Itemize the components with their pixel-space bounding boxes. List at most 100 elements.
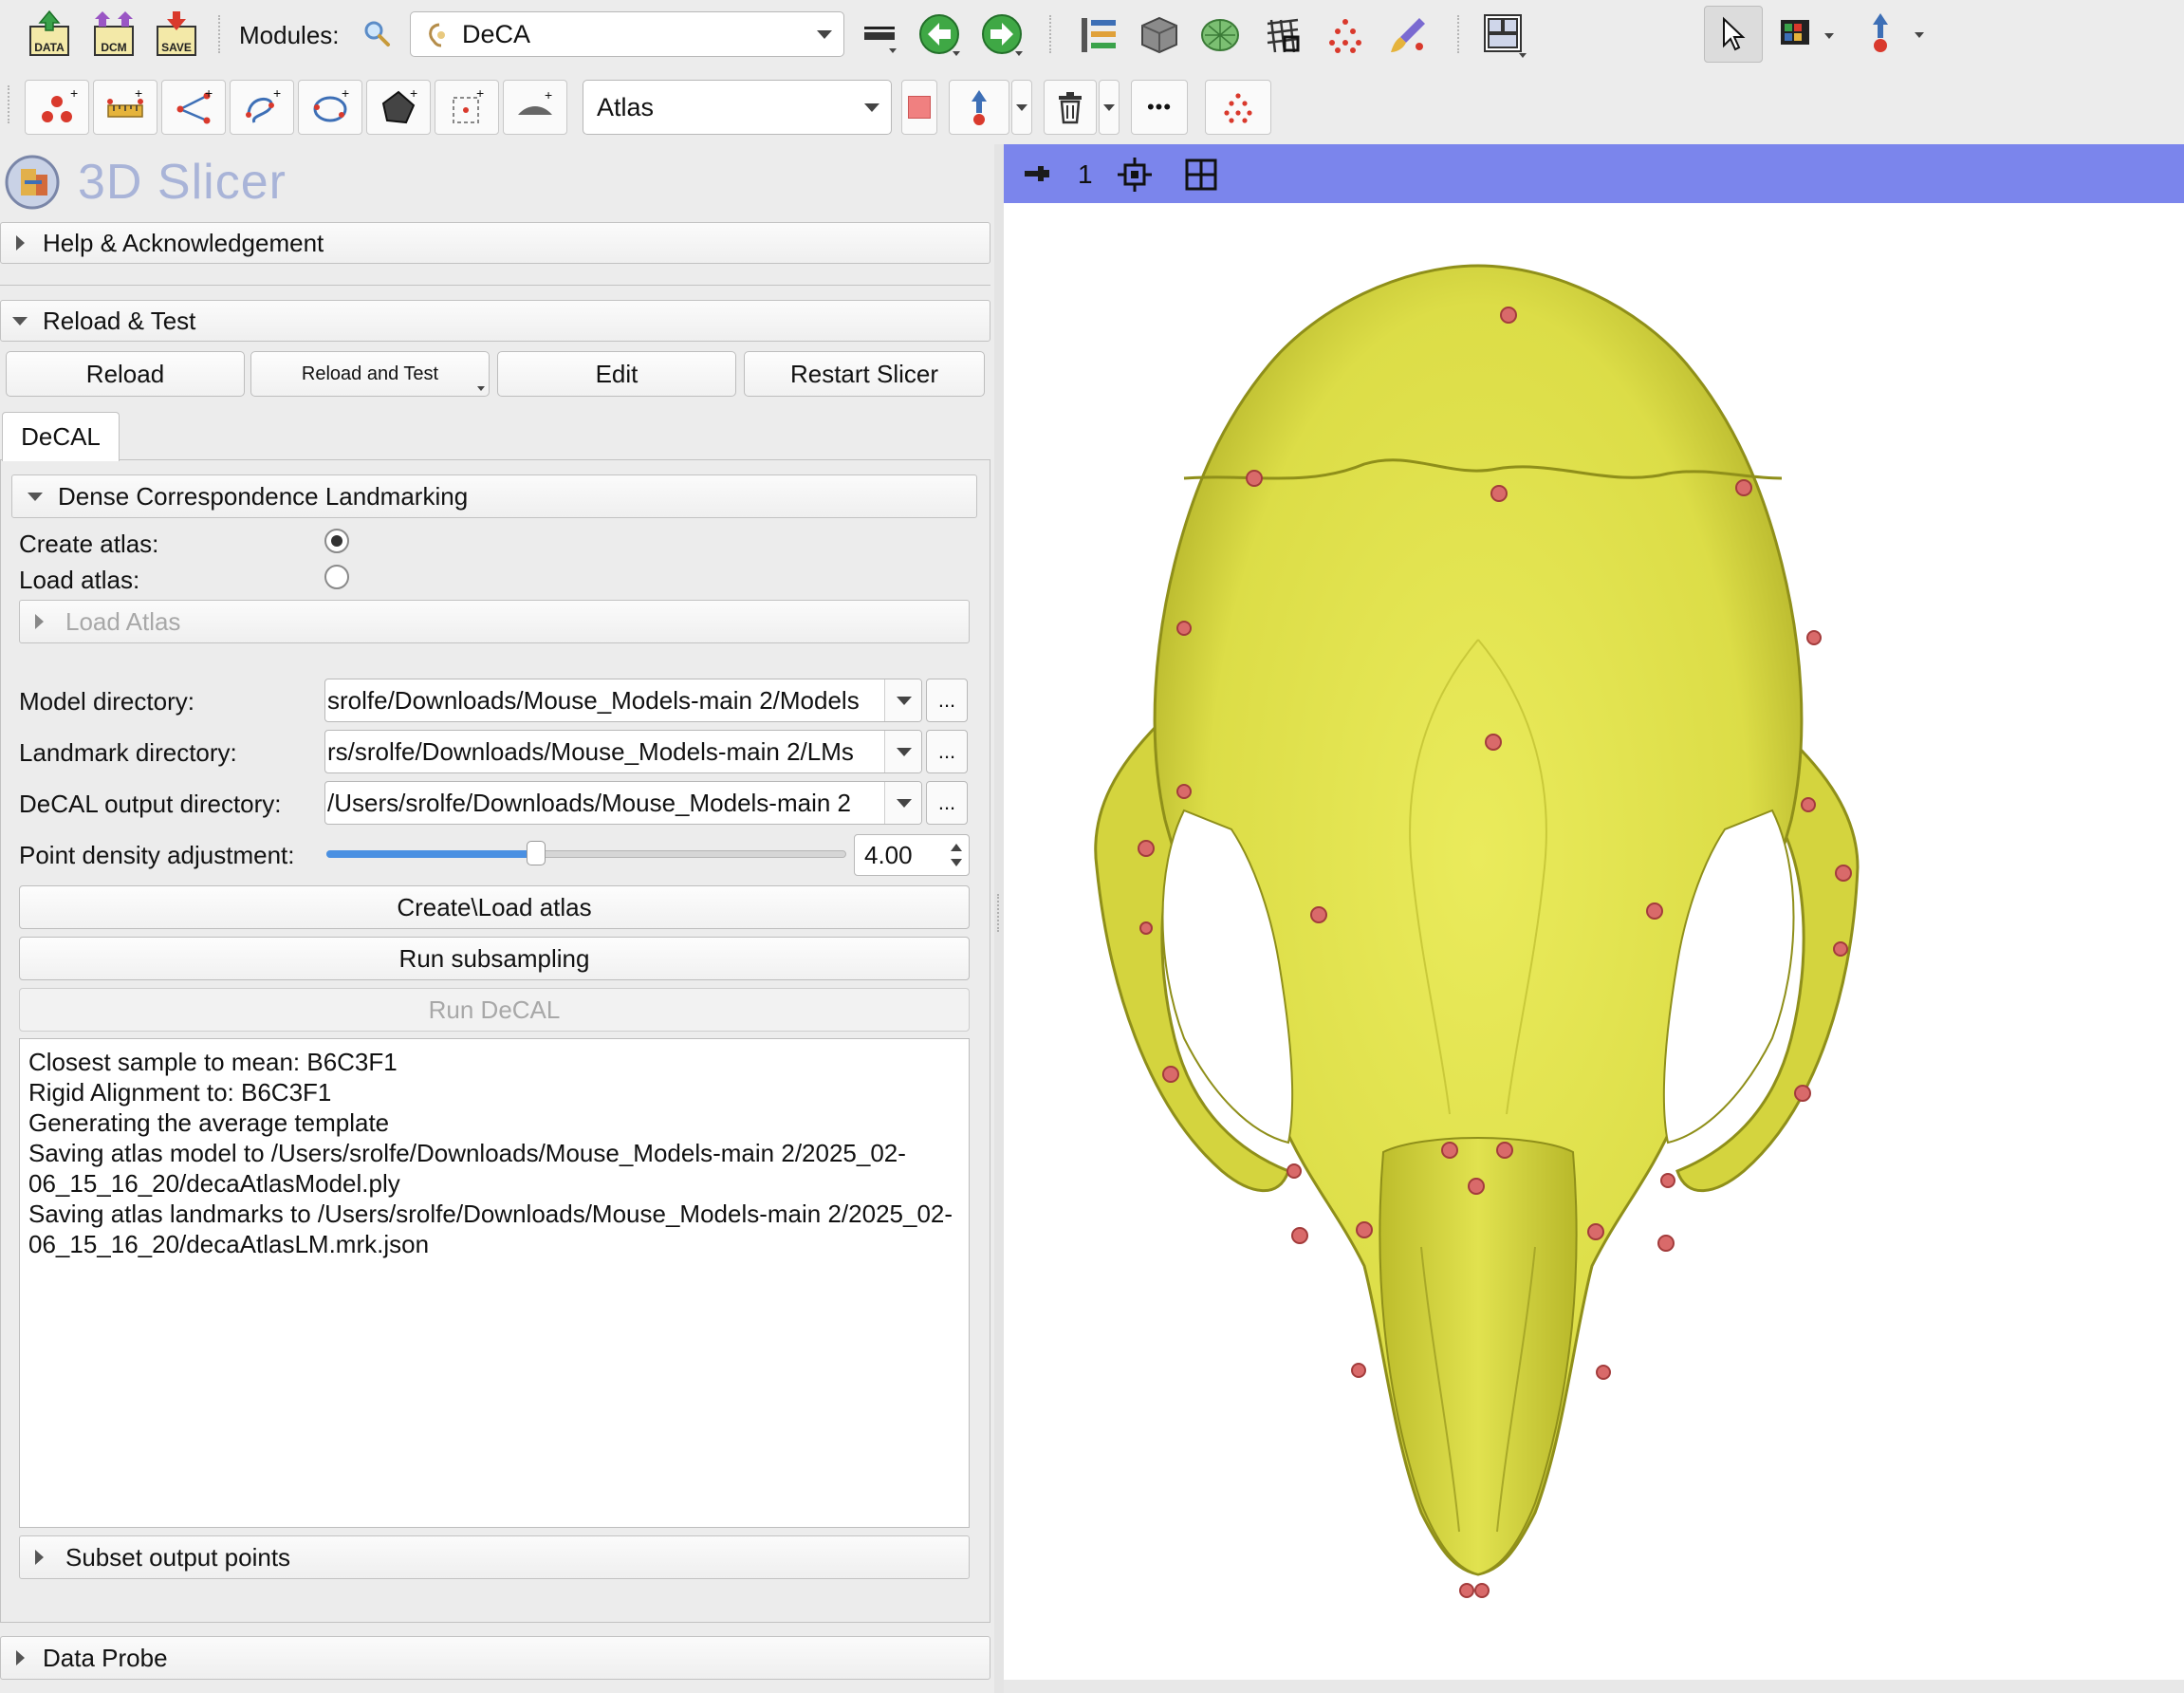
landmark-point[interactable]	[1351, 1363, 1366, 1378]
landmark-directory-browse-button[interactable]: ...	[926, 730, 968, 773]
landmark-point[interactable]	[1286, 1163, 1302, 1179]
model-directory-dropdown[interactable]	[884, 679, 921, 721]
create-angle-button[interactable]: +	[161, 80, 226, 135]
landmark-point[interactable]	[1459, 1583, 1474, 1598]
create-closed-curve-button[interactable]: +	[298, 80, 362, 135]
edit-button[interactable]: Edit	[497, 351, 736, 397]
landmark-point[interactable]	[1441, 1142, 1458, 1159]
create-roi-button[interactable]: +	[435, 80, 499, 135]
layout-grid-icon[interactable]	[1184, 158, 1218, 192]
load-atlas-section-header[interactable]: Load Atlas	[19, 600, 970, 643]
create-point-list-button[interactable]: +	[25, 80, 89, 135]
landmark-point[interactable]	[1646, 902, 1663, 920]
landmark-point[interactable]	[1833, 941, 1848, 957]
reload-button[interactable]: Reload	[6, 351, 245, 397]
delete-markup-button[interactable]	[1044, 80, 1097, 135]
model-directory-field[interactable]: srolfe/Downloads/Mouse_Models-main 2/Mod…	[324, 679, 922, 722]
landmark-point[interactable]	[1500, 307, 1517, 324]
landmark-point[interactable]	[1474, 1583, 1490, 1598]
create-curve-button[interactable]: +	[230, 80, 294, 135]
place-markup-menu-button[interactable]	[1011, 80, 1032, 135]
delete-markup-menu-button[interactable]	[1099, 80, 1120, 135]
landmark-point[interactable]	[1806, 630, 1822, 645]
create-surface-button[interactable]: +	[503, 80, 567, 135]
landmark-directory-dropdown[interactable]	[884, 731, 921, 772]
transforms-module-button[interactable]	[1258, 11, 1307, 59]
save-button[interactable]: SAVE	[152, 8, 201, 61]
landmark-point[interactable]	[1801, 797, 1816, 812]
load-data-button[interactable]: DATA	[25, 8, 74, 61]
landmark-point[interactable]	[1139, 921, 1153, 935]
markups-module-button[interactable]	[1321, 11, 1370, 59]
markup-points-toggle[interactable]	[1205, 80, 1271, 135]
restart-slicer-button[interactable]: Restart Slicer	[744, 351, 985, 397]
create-line-button[interactable]: +	[93, 80, 157, 135]
volumes-module-button[interactable]	[1135, 11, 1184, 59]
landmark-point[interactable]	[1485, 734, 1502, 751]
dense-correspondence-section-header[interactable]: Dense Correspondence Landmarking	[11, 474, 977, 518]
editor-module-button[interactable]	[1383, 11, 1433, 59]
landmark-directory-field[interactable]: rs/srolfe/Downloads/Mouse_Models-main 2/…	[324, 730, 922, 773]
reload-section-header[interactable]: Reload & Test	[0, 300, 990, 342]
markup-color-button[interactable]	[901, 80, 937, 135]
place-point-button[interactable]	[1860, 8, 1935, 61]
create-atlas-radio[interactable]	[324, 529, 349, 553]
landmark-point[interactable]	[1835, 865, 1852, 882]
previous-module-button[interactable]	[915, 9, 966, 61]
output-directory-field[interactable]: /Users/srolfe/Downloads/Mouse_Models-mai…	[324, 781, 922, 825]
slider-handle[interactable]	[527, 841, 546, 865]
layout-button[interactable]	[1478, 9, 1531, 61]
log-output[interactable]: Closest sample to mean: B6C3F1 Rigid Ali…	[19, 1038, 970, 1528]
landmark-point[interactable]	[1496, 1142, 1513, 1159]
load-dicom-button[interactable]: DCM	[89, 8, 139, 61]
point-density-slider[interactable]	[326, 841, 846, 865]
data-probe-section-header[interactable]: Data Probe	[0, 1636, 990, 1680]
run-subsampling-button[interactable]: Run subsampling	[19, 937, 970, 980]
create-load-atlas-button[interactable]: Create\Load atlas	[19, 885, 970, 929]
markup-node-selector[interactable]: Atlas	[583, 80, 892, 135]
more-options-button[interactable]: •••	[1131, 80, 1188, 135]
landmark-point[interactable]	[1310, 906, 1327, 923]
landmark-point[interactable]	[1162, 1066, 1179, 1083]
load-atlas-radio[interactable]	[324, 565, 349, 589]
place-markup-button[interactable]	[949, 80, 1009, 135]
create-plane-button[interactable]: +	[366, 80, 431, 135]
landmark-point[interactable]	[1660, 1173, 1675, 1188]
module-selector[interactable]: DeCA	[410, 11, 844, 57]
pin-icon[interactable]	[1023, 161, 1051, 186]
landmark-point[interactable]	[1356, 1221, 1373, 1238]
subset-output-section-header[interactable]: Subset output points	[19, 1535, 970, 1579]
landmark-point[interactable]	[1794, 1085, 1811, 1102]
tab-decal[interactable]: DeCAL	[2, 412, 120, 461]
spin-arrows-icon[interactable]	[948, 839, 965, 871]
landmark-point[interactable]	[1291, 1227, 1308, 1244]
module-history-button[interactable]	[858, 15, 901, 57]
reload-and-test-button[interactable]: Reload and Test	[250, 351, 490, 397]
landmark-point[interactable]	[1735, 479, 1752, 496]
landmark-point[interactable]	[1587, 1223, 1604, 1240]
output-directory-dropdown[interactable]	[884, 782, 921, 824]
landmark-point[interactable]	[1138, 840, 1155, 857]
landmark-point[interactable]	[1596, 1365, 1611, 1380]
point-density-spinbox[interactable]: 4.00	[854, 834, 970, 876]
data-module-button[interactable]	[1074, 11, 1123, 59]
module-search-button[interactable]	[361, 17, 393, 49]
center-view-icon[interactable]	[1118, 158, 1152, 192]
landmark-point[interactable]	[1468, 1178, 1485, 1195]
panel-splitter[interactable]	[994, 144, 1004, 1693]
model-directory-browse-button[interactable]: ...	[926, 679, 968, 722]
landmark-point[interactable]	[1176, 621, 1192, 636]
landmark-directory-value: rs/srolfe/Downloads/Mouse_Models-main 2/…	[327, 736, 854, 766]
window-level-button[interactable]	[1776, 11, 1842, 59]
landmark-point[interactable]	[1657, 1235, 1675, 1252]
3d-view[interactable]: 1	[1004, 144, 2184, 1680]
next-module-button[interactable]	[977, 9, 1028, 61]
landmark-point[interactable]	[1176, 784, 1192, 799]
landmark-point[interactable]	[1490, 485, 1508, 502]
skull-model-render[interactable]	[1004, 203, 2184, 1680]
help-section-header[interactable]: Help & Acknowledgement	[0, 222, 990, 264]
models-module-button[interactable]	[1195, 11, 1245, 59]
landmark-point[interactable]	[1246, 470, 1263, 487]
output-directory-browse-button[interactable]: ...	[926, 781, 968, 825]
view-transform-mode-button[interactable]	[1704, 6, 1763, 63]
